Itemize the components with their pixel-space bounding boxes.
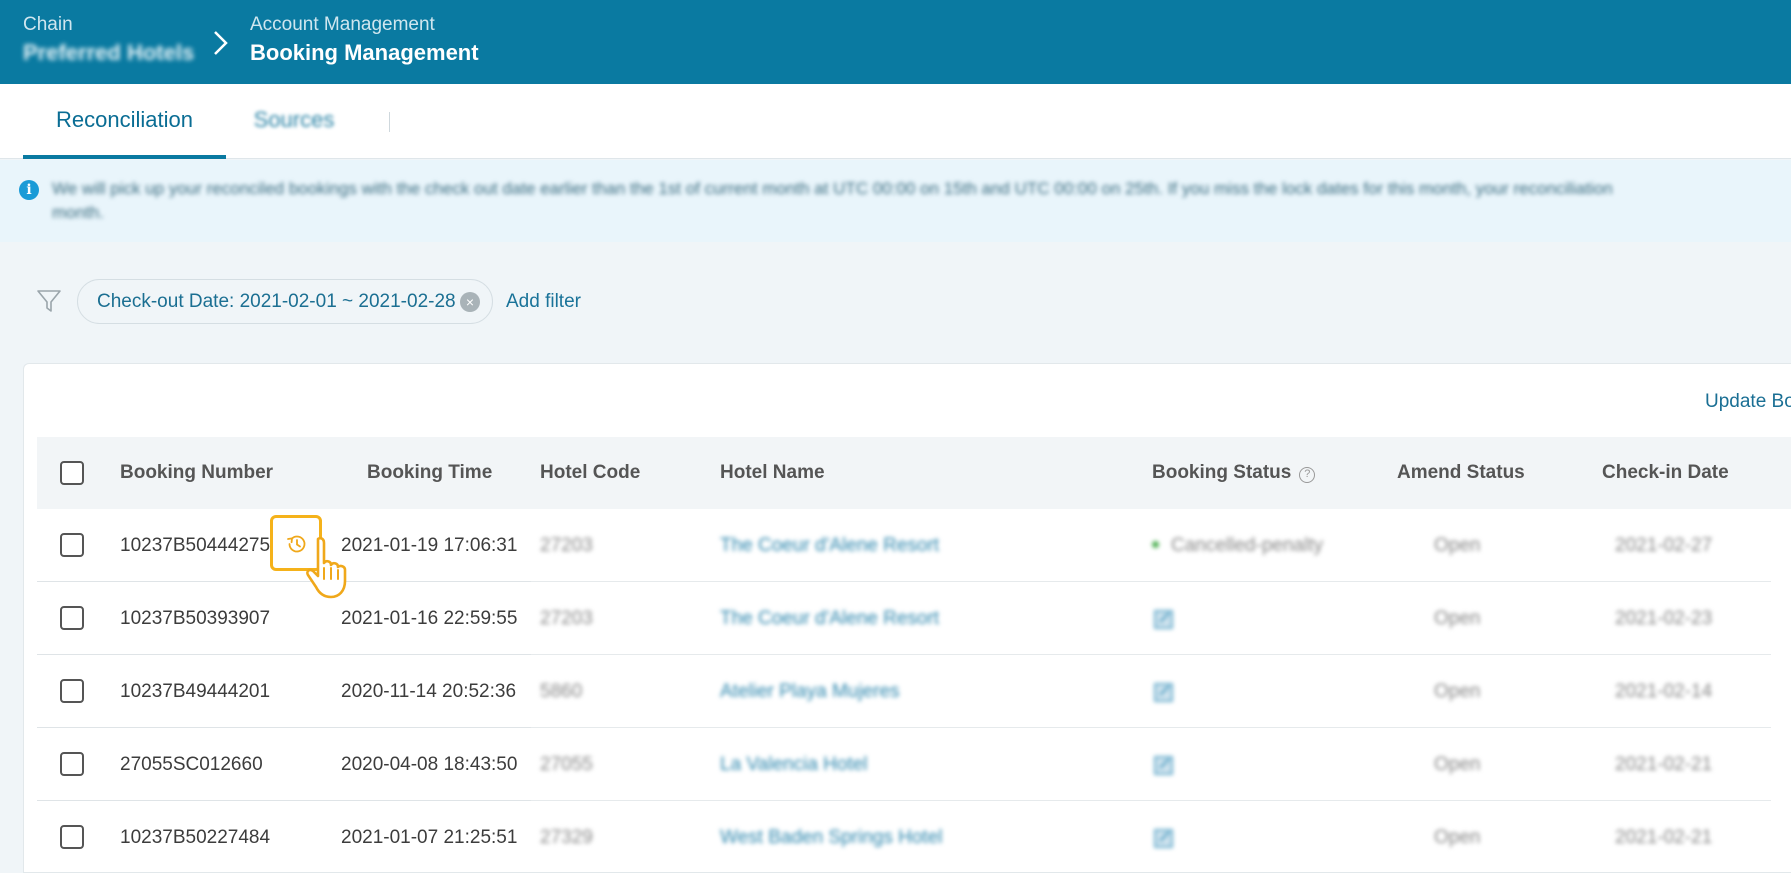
amend-status: Open (1434, 535, 1481, 556)
breadcrumb-chain-label: Chain (23, 14, 73, 35)
booking-time: 2021-01-19 17:06:31 (341, 535, 518, 556)
breadcrumb-chain-name: Preferred Hotels (23, 40, 195, 65)
column-hotel-code[interactable]: Hotel Code (540, 437, 640, 509)
hotel-name-link[interactable]: The Coeur d'Alene Resort (720, 509, 939, 582)
hotel-code: 27055 (540, 754, 593, 775)
hotel-code: 27203 (540, 608, 593, 629)
edit-icon[interactable] (1154, 609, 1174, 629)
hotel-name-link[interactable]: Atelier Playa Mujeres (720, 655, 900, 728)
check-in-date: 2021-02-23 (1615, 608, 1713, 629)
table-row[interactable]: 10237B49444201 2020-11-14 20:52:36 5860 … (37, 655, 1791, 728)
notice-text: We will pick up your reconciled bookings… (52, 177, 1787, 225)
check-in-date: 2021-02-27 (1615, 535, 1713, 556)
booking-number: 10237B50444275 (120, 535, 271, 556)
booking-number: 10237B50393907 (120, 608, 271, 629)
booking-time: 2020-11-14 20:52:36 (341, 681, 517, 702)
check-in-date: 2021-02-14 (1615, 681, 1713, 702)
hotel-code: 27203 (540, 535, 593, 556)
tab-divider (389, 112, 390, 132)
amend-status: Open (1434, 754, 1481, 775)
table-header: Booking Number Booking Time Hotel Code H… (37, 437, 1791, 509)
table-row[interactable]: 10237B50393907 2021-01-16 22:59:55 27203… (37, 582, 1791, 655)
booking-status-text: Cancelled-penalty (1171, 535, 1324, 556)
tab-sources[interactable]: Sources (235, 84, 353, 159)
hotel-code: 5860 (540, 681, 583, 702)
row-checkbox[interactable] (60, 752, 84, 776)
help-icon[interactable]: ? (1299, 467, 1316, 483)
row-checkbox[interactable] (60, 533, 84, 557)
hotel-name-link[interactable]: La Valencia Hotel (720, 728, 868, 801)
notice-line-2: month. (52, 203, 104, 222)
booking-status: Cancelled-penalty (1152, 509, 1323, 582)
row-checkbox[interactable] (60, 679, 84, 703)
row-checkbox[interactable] (60, 606, 84, 630)
info-icon: i (19, 180, 39, 200)
booking-time: 2021-01-16 22:59:55 (341, 608, 518, 629)
amend-status: Open (1434, 608, 1481, 629)
notice-line-1: We will pick up your reconciled bookings… (52, 179, 1613, 198)
chevron-right-icon (214, 31, 228, 55)
select-all-checkbox[interactable] (60, 461, 84, 485)
breadcrumb-current: Account Management Booking Management (250, 13, 479, 69)
hotel-code: 27329 (540, 827, 593, 848)
table-row[interactable]: 10237B50227484 2021-01-07 21:25:51 27329… (37, 801, 1791, 873)
update-bookings-button[interactable]: Update Bo (1705, 389, 1791, 415)
column-hotel-name[interactable]: Hotel Name (720, 437, 825, 509)
tab-reconciliation[interactable]: Reconciliation (23, 84, 226, 159)
filter-chip-label: Check-out Date: 2021-02-01 ~ 2021-02-28 (97, 291, 456, 312)
column-check-in-date[interactable]: Check-in Date (1602, 437, 1729, 509)
row-checkbox[interactable] (60, 825, 84, 849)
breadcrumb-chain[interactable]: Chain Preferred Hotels (23, 13, 194, 69)
check-in-date: 2021-02-21 (1615, 754, 1713, 775)
filter-funnel-icon[interactable] (36, 288, 62, 314)
amend-status: Open (1434, 827, 1481, 848)
column-booking-time[interactable]: Booking Time (367, 437, 492, 509)
hand-pointer-icon (306, 536, 347, 599)
booking-number: 10237B49444201 (120, 681, 271, 702)
edit-icon[interactable] (1154, 682, 1174, 702)
column-amend-status[interactable]: Amend Status (1397, 437, 1525, 509)
status-dot-icon (1152, 541, 1159, 548)
check-in-date: 2021-02-21 (1615, 827, 1713, 848)
add-filter-button[interactable]: Add filter (506, 279, 581, 324)
top-header: Chain Preferred Hotels Account Managemen… (0, 0, 1791, 84)
booking-time: 2021-01-07 21:25:51 (341, 827, 518, 848)
column-booking-number[interactable]: Booking Number (120, 437, 273, 509)
booking-number: 27055SC012660 (120, 754, 263, 775)
table-row[interactable]: 27055SC012660 2020-04-08 18:43:50 27055 … (37, 728, 1791, 801)
breadcrumb-section-label: Account Management (250, 14, 435, 35)
booking-time: 2020-04-08 18:43:50 (341, 754, 518, 775)
hotel-name-link[interactable]: West Baden Springs Hotel (720, 801, 943, 873)
tab-bar: Reconciliation Sources (0, 84, 1791, 159)
edit-icon[interactable] (1154, 828, 1174, 848)
booking-number: 10237B50227484 (120, 827, 271, 848)
info-notice: i We will pick up your reconciled bookin… (0, 160, 1791, 242)
page-title: Booking Management (250, 40, 479, 65)
column-booking-status-label: Booking Status (1152, 462, 1292, 483)
edit-icon[interactable] (1154, 755, 1174, 775)
hotel-name-link[interactable]: The Coeur d'Alene Resort (720, 582, 939, 655)
filter-chip-checkout-date[interactable]: Check-out Date: 2021-02-01 ~ 2021-02-28 … (77, 279, 493, 324)
column-booking-status[interactable]: Booking Status? (1152, 437, 1316, 509)
amend-status: Open (1434, 681, 1481, 702)
close-icon[interactable]: × (460, 292, 480, 312)
